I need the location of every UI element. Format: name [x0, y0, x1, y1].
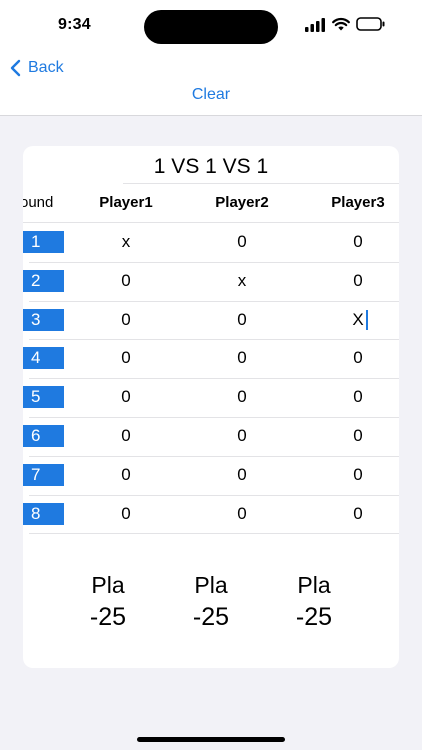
score-cell[interactable]: 0 — [96, 424, 156, 448]
divider — [29, 300, 399, 302]
score-cell[interactable]: 0 — [328, 230, 388, 254]
total-player-name: Pla — [91, 572, 125, 598]
score-cell[interactable]: 0 — [96, 463, 156, 487]
score-cell[interactable]: x — [96, 230, 156, 254]
player-column-header: Player2 — [215, 194, 269, 211]
total-player-name: Pla — [194, 572, 228, 598]
score-cell[interactable]: 0 — [212, 346, 272, 370]
score-cell[interactable]: 0 — [328, 463, 388, 487]
round-number-badge[interactable]: 1 — [23, 231, 64, 253]
home-indicator — [137, 737, 285, 742]
round-number-badge[interactable]: 3 — [23, 308, 64, 331]
score-cell[interactable]: 0 — [96, 346, 156, 370]
score-cell[interactable]: 0 — [96, 269, 156, 293]
round-number-badge[interactable]: 6 — [23, 425, 64, 447]
back-button[interactable]: Back — [8, 56, 64, 80]
score-cell[interactable]: 0 — [212, 385, 272, 409]
total-player-score: -25 — [295, 603, 333, 631]
clear-button[interactable]: Clear — [0, 86, 422, 104]
divider — [29, 417, 399, 418]
score-cell[interactable]: 0 — [212, 308, 272, 332]
dynamic-island — [144, 10, 278, 44]
score-cell[interactable]: 0 — [212, 463, 272, 487]
score-cell[interactable]: 0 — [96, 502, 156, 526]
score-cell[interactable]: 0 — [212, 424, 272, 448]
total-player-name: Pla — [297, 572, 331, 598]
total-player-score: -25 — [89, 603, 127, 631]
text-cursor — [366, 309, 368, 330]
scoreboard-card: 1 VS 1 VS 1 ound Player1 Player2 Player3… — [23, 146, 399, 668]
battery-icon — [356, 17, 385, 31]
score-cell[interactable]: 0 — [96, 308, 156, 332]
round-number-badge[interactable]: 5 — [23, 386, 64, 409]
score-cell[interactable]: 0 — [212, 502, 272, 526]
score-cell[interactable]: 0 — [328, 346, 388, 370]
chevron-left-icon — [10, 59, 21, 77]
total-player-score: -25 — [192, 603, 230, 631]
divider — [29, 533, 399, 535]
divider — [29, 378, 399, 380]
score-cell[interactable]: 0 — [328, 502, 388, 526]
score-cell[interactable]: X — [328, 308, 388, 332]
cellular-signal-icon — [305, 18, 325, 32]
score-cell[interactable]: 0 — [96, 385, 156, 409]
game-title: 1 VS 1 VS 1 — [153, 155, 269, 178]
score-cell[interactable]: x — [212, 269, 272, 293]
player-column-header: Player3 — [331, 194, 385, 211]
divider — [29, 494, 399, 496]
navigation-bar: Back Clear — [0, 52, 422, 116]
round-number-badge[interactable]: 7 — [23, 463, 64, 486]
status-time: 9:34 — [58, 16, 91, 33]
round-column-header: ound — [23, 194, 54, 211]
wifi-icon — [332, 18, 350, 31]
divider — [29, 261, 399, 263]
round-number-badge[interactable]: 2 — [23, 269, 64, 292]
divider — [123, 183, 399, 184]
round-number-badge[interactable]: 8 — [23, 502, 64, 525]
score-cell[interactable]: 0 — [328, 424, 388, 448]
back-button-label: Back — [28, 59, 64, 76]
round-number-badge[interactable]: 4 — [23, 347, 64, 370]
divider — [29, 455, 399, 457]
status-bar: 9:34 — [0, 0, 422, 52]
score-cell[interactable]: 0 — [328, 385, 388, 409]
divider — [29, 339, 399, 341]
divider — [23, 222, 399, 223]
score-cell[interactable]: 0 — [212, 230, 272, 254]
player-column-header: Player1 — [99, 194, 153, 211]
score-cell[interactable]: 0 — [328, 269, 388, 293]
